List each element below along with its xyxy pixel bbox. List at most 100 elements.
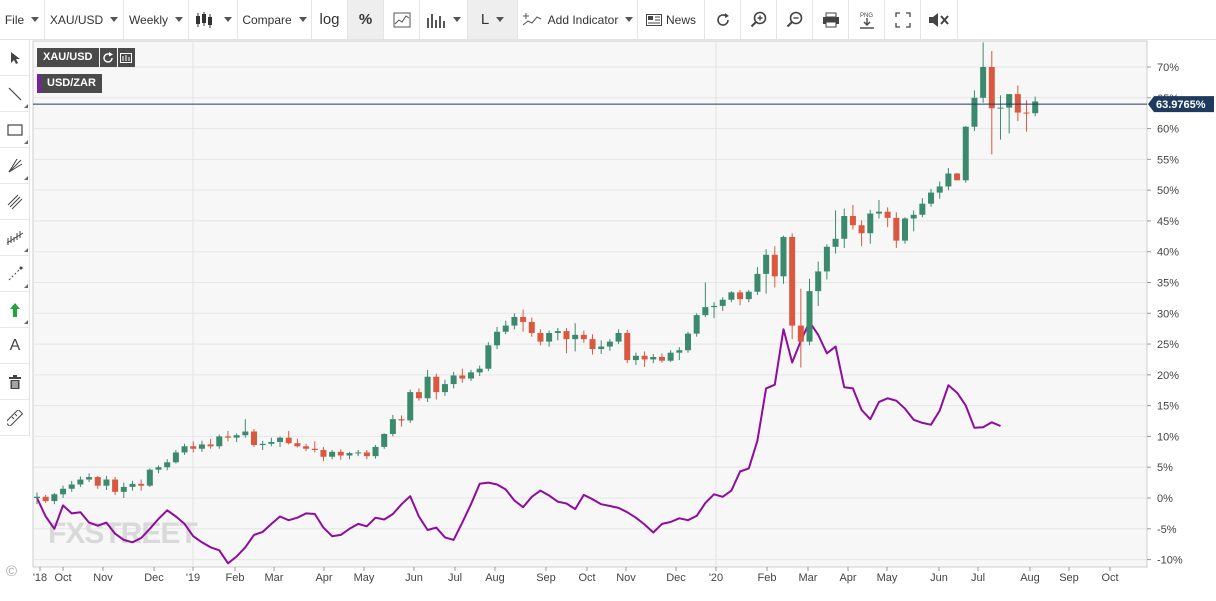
candle [936,181,943,199]
candle-body [676,350,683,353]
add-indicator-button[interactable]: Add Indicator [518,0,638,39]
zoom-in-button[interactable] [741,0,777,39]
parallel-channel-tool[interactable] [0,184,30,220]
reload-icon [103,51,114,63]
download-png-button[interactable]: PNG [849,0,885,39]
text-tool[interactable]: A [0,328,30,364]
reload-series-button[interactable] [99,48,117,67]
candle [285,430,292,445]
y-axis: -10% -5% 0% 5% 10% 15% 20% 25% 30% 35% 40% 45% 50% 55… [1147,62,1183,567]
candle [172,449,179,464]
series-settings-button[interactable] [117,48,135,67]
candle-body [980,67,987,98]
candle-body [884,211,891,218]
candle [580,330,587,343]
arrow-tool[interactable] [0,292,30,328]
y-tick-label: 5% [1157,462,1173,474]
candle [667,350,674,362]
rectangle-tool[interactable] [0,112,30,148]
chevron-down-icon [31,17,40,22]
print-button[interactable] [813,0,849,39]
candle-body [841,216,848,239]
scale-type-button[interactable]: L [468,0,518,39]
percent-scale-button[interactable]: % [348,0,384,39]
chart-type-button[interactable] [189,0,238,39]
candle-body [138,483,145,486]
candle [424,369,431,402]
candle-body [737,292,744,300]
candle-body [806,291,813,342]
candle [884,207,891,228]
symbol-selector[interactable]: XAU/USD [45,0,124,39]
news-button[interactable]: News [638,0,705,39]
mute-icon [929,12,949,27]
rectangle-icon [7,123,23,136]
candle-body [398,419,405,421]
y-tick-label: 20% [1157,370,1179,382]
y-tick-label: 55% [1157,154,1179,166]
candle [693,313,700,337]
candle-body [1006,94,1013,108]
candle-body [476,368,483,373]
chevron-down-icon [496,17,505,22]
mute-button[interactable] [921,0,958,39]
candle [988,50,995,155]
candle-body [572,334,579,340]
log-scale-button[interactable]: log [312,0,348,39]
pitchfork-tool[interactable] [0,148,30,184]
y-tick-label: 0% [1157,493,1173,505]
ruler-tool[interactable] [0,400,30,436]
ruler-icon [7,409,23,426]
candle-body [233,435,240,438]
zoom-out-button[interactable] [777,0,813,39]
candle [867,209,874,244]
candle-body [919,203,926,215]
candle [806,278,813,346]
candle-body [485,345,492,369]
extended-line-tool[interactable] [0,256,30,292]
news-label: News [665,12,696,27]
fullscreen-button[interactable] [885,0,921,39]
candle-body [277,437,284,442]
y-tick-label: -10% [1157,555,1183,567]
candle-body [190,446,197,449]
candle [615,329,622,345]
candle-body [337,451,344,456]
primary-symbol-name: XAU/USD [37,48,99,67]
xau-usd-candles [34,42,1039,505]
compare-symbol-legend[interactable]: USD/ZAR [37,74,102,93]
compare-button[interactable]: Compare [238,0,312,39]
candle-body [554,331,561,333]
candle-body [910,214,917,219]
primary-symbol-legend[interactable]: XAU/USD [37,48,135,67]
candle [745,289,752,303]
price-pattern-icon [6,230,24,245]
y-tick-label: 10% [1157,431,1179,443]
area-chart-icon [393,12,410,27]
line-tool[interactable] [0,76,30,112]
usd-zar-line [36,320,1001,565]
pointer-tool[interactable] [0,40,30,76]
pattern-tool[interactable] [0,220,30,256]
candle [780,235,787,284]
y-tick-label: 65% [1157,93,1179,105]
candle [763,249,770,294]
candle [450,371,457,389]
file-menu-button[interactable]: File [0,0,45,39]
candle-body [407,392,414,421]
candle-body [303,446,310,449]
plot-area [32,40,1148,568]
candle-body [381,433,388,447]
log-label: log [319,11,340,28]
interval-selector[interactable]: Weekly [124,0,189,39]
volume-button[interactable] [420,0,468,39]
refresh-button[interactable] [705,0,741,39]
candle [919,198,926,218]
delete-drawings-tool[interactable] [0,364,30,400]
chart-area-button[interactable] [384,0,420,39]
submenu-corner-icon [24,284,28,288]
candle-body [711,305,718,308]
candle-body [893,217,900,241]
candle-body [520,316,527,322]
candle [277,436,284,447]
